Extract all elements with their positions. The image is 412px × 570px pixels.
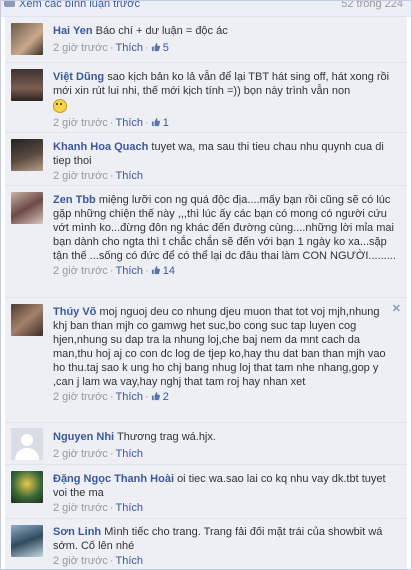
avatar[interactable]	[11, 69, 43, 101]
default-avatar-icon	[11, 428, 43, 460]
comment-item: Sơn Linh Mình tiếc cho trang. Trang fải …	[5, 518, 407, 569]
like-count[interactable]: 5	[163, 42, 169, 54]
comments-header: Xem các bình luận trước 52 trong 224	[1, 1, 411, 17]
like-link[interactable]: Thích	[115, 265, 143, 277]
comment-text: Mình tiếc cho trang. Trang fải đối mặt t…	[53, 526, 383, 552]
like-link[interactable]: Thích	[115, 170, 143, 182]
thumbs-up-icon[interactable]	[151, 118, 160, 127]
comment-time[interactable]: 2 giờ trước	[53, 502, 108, 514]
like-link[interactable]: Thích	[115, 42, 143, 54]
comment-item: Nguyen Nhi Thương trag wá.hjx. 2 giờ trư…	[5, 422, 407, 465]
view-previous-comments-link[interactable]: Xem các bình luận trước	[19, 1, 140, 10]
avatar[interactable]	[11, 139, 43, 171]
avatar[interactable]	[11, 525, 43, 557]
comment-time[interactable]: 2 giờ trước	[53, 265, 108, 277]
like-link[interactable]: Thích	[115, 117, 143, 129]
comment-panel: Xem các bình luận trước 52 trong 224 Hai…	[0, 0, 412, 570]
thumbs-up-icon[interactable]	[151, 43, 160, 52]
comment-author[interactable]: Nguyen Nhi	[53, 431, 114, 443]
comment-item: ✕ Thúy Võ moj nguoj deu co nhung djeu mu…	[5, 297, 407, 423]
like-link[interactable]: Thích	[115, 391, 143, 403]
comment-time[interactable]: 2 giờ trước	[53, 555, 108, 567]
smiley-icon	[53, 99, 67, 113]
thumbs-up-icon[interactable]	[151, 266, 160, 275]
comment-time[interactable]: 2 giờ trước	[53, 391, 108, 403]
comment-author[interactable]: Đặng Ngọc Thanh Hoài	[53, 473, 174, 485]
avatar[interactable]	[11, 471, 43, 503]
comment-item: Khanh Hoa Quach tuyet wa, ma sau thi tie…	[5, 132, 407, 186]
comment-time[interactable]: 2 giờ trước	[53, 117, 108, 129]
thumbs-up-icon[interactable]	[151, 392, 160, 401]
comment-text: Báo chí + dư luận = độc ác	[95, 25, 228, 37]
comment-time[interactable]: 2 giờ trước	[53, 42, 108, 54]
like-count[interactable]: 14	[163, 265, 175, 277]
comment-author[interactable]: Hai Yen	[53, 25, 93, 37]
comment-author[interactable]: Sơn Linh	[53, 526, 101, 538]
comment-text: miệng lưỡi con ng quá độc địa....mấy bạn…	[53, 194, 396, 262]
comment-author[interactable]: Việt Dũng	[53, 71, 104, 83]
avatar[interactable]	[11, 23, 43, 55]
like-count[interactable]: 1	[163, 117, 169, 129]
comment-item: Việt Dũng sao kịch bản ko lả vẫn để lại …	[5, 62, 407, 133]
comment-time[interactable]: 2 giờ trước	[53, 448, 108, 460]
comment-count: 52 trong 224	[341, 1, 403, 10]
avatar[interactable]	[11, 428, 43, 460]
comment-author[interactable]: Thúy Võ	[53, 306, 96, 318]
comment-time[interactable]: 2 giờ trước	[53, 170, 108, 182]
comment-author[interactable]: Zen Tbb	[53, 194, 96, 206]
comment-text: Thương trag wá.hjx.	[116, 431, 216, 443]
like-link[interactable]: Thích	[115, 448, 143, 460]
avatar[interactable]	[11, 192, 43, 224]
comment-item: Đặng Ngọc Thanh Hoài oi tiec wa.sao lai …	[5, 464, 407, 519]
comment-item: Zen Tbb miệng lưỡi con ng quá độc địa...…	[5, 185, 407, 298]
comment-text: moj nguoj deu co nhung djeu muon that to…	[53, 306, 386, 388]
comment-item: Hai Yen Báo chí + dư luận = độc ác 2 giờ…	[5, 16, 407, 63]
like-count[interactable]: 2	[163, 391, 169, 403]
comment-bubble-icon	[4, 1, 15, 7]
comment-author[interactable]: Khanh Hoa Quach	[53, 141, 148, 153]
like-link[interactable]: Thích	[115, 555, 143, 567]
close-icon[interactable]: ✕	[392, 302, 401, 315]
like-link[interactable]: Thích	[115, 502, 143, 514]
comment-text: sao kịch bản ko lả vẫn để lại TBT hát si…	[53, 71, 390, 97]
avatar[interactable]	[11, 304, 43, 336]
